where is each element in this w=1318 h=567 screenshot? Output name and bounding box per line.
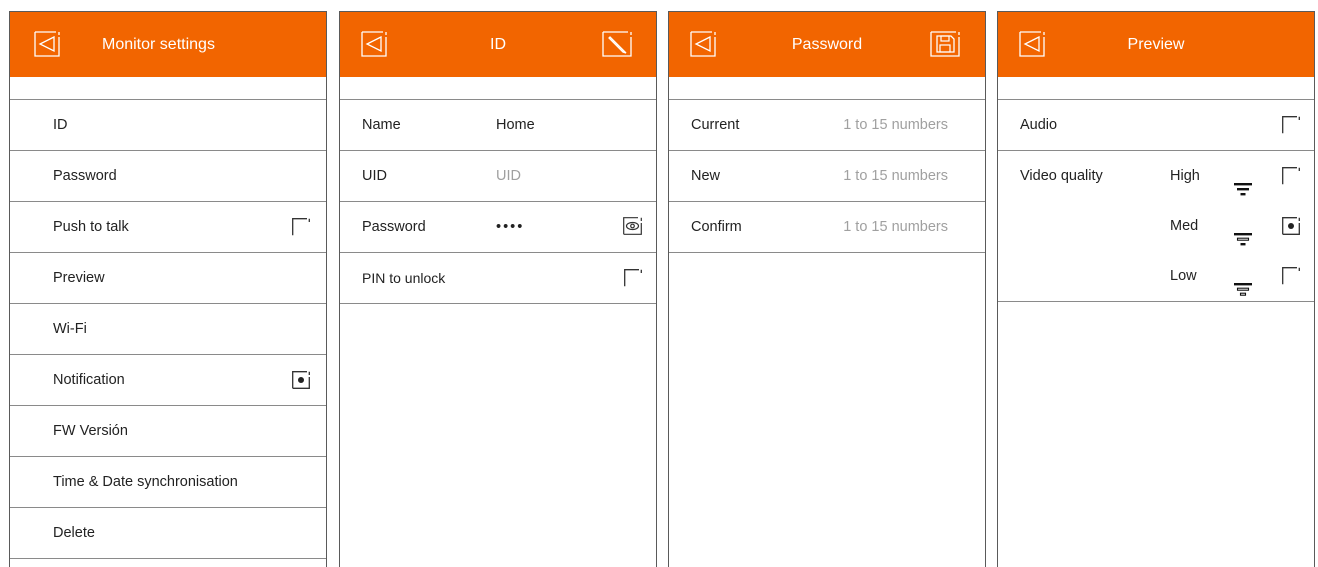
filter-low-icon: [1234, 268, 1252, 296]
quality-low-checkbox[interactable]: [1282, 267, 1300, 285]
list-item-password[interactable]: Password: [10, 151, 326, 202]
current-password-field[interactable]: Current 1 to 15 numbers: [669, 100, 985, 151]
back-icon[interactable]: [34, 31, 60, 57]
confirm-label: Confirm: [691, 219, 742, 235]
divider: [998, 77, 1314, 100]
notification-checkbox[interactable]: [292, 371, 310, 389]
id-panel: ID Name Home UID UID Password •••• PIN t…: [339, 11, 657, 567]
uid-field[interactable]: UID UID: [340, 151, 656, 202]
list-item-notification[interactable]: Notification: [10, 355, 326, 406]
filter-high-icon: [1234, 168, 1252, 196]
list-item-delete[interactable]: Delete: [10, 508, 326, 559]
item-label: Push to talk: [53, 219, 129, 235]
pin-checkbox[interactable]: [624, 269, 642, 287]
monitor-settings-panel: Monitor settings ID Password Push to tal…: [9, 11, 327, 567]
list-item-push-to-talk[interactable]: Push to talk: [10, 202, 326, 253]
password-label: Password: [362, 219, 426, 235]
password-field[interactable]: Password ••••: [340, 202, 656, 253]
new-password-field[interactable]: New 1 to 15 numbers: [669, 151, 985, 202]
password-input[interactable]: ••••: [496, 202, 524, 252]
list-item-preview[interactable]: Preview: [10, 253, 326, 304]
audio-checkbox[interactable]: [1282, 116, 1300, 134]
item-label: ID: [53, 117, 68, 133]
push-to-talk-checkbox[interactable]: [292, 218, 310, 236]
quality-high-checkbox[interactable]: [1282, 167, 1300, 185]
quality-high-label: High: [1170, 168, 1200, 184]
divider: [669, 77, 985, 100]
new-label: New: [691, 168, 721, 184]
quality-med-checkbox[interactable]: [1282, 217, 1300, 235]
name-label: Name: [362, 117, 401, 133]
video-quality-high-row[interactable]: Video quality High: [998, 151, 1314, 201]
audio-row[interactable]: Audio: [998, 100, 1314, 151]
quality-med-label: Med: [1170, 218, 1199, 234]
divider: [340, 77, 656, 100]
confirm-password-input[interactable]: 1 to 15 numbers: [843, 202, 948, 252]
list-item-time-date[interactable]: Time & Date synchronisation: [10, 457, 326, 508]
pin-label: PIN to unlock: [362, 270, 446, 286]
save-icon[interactable]: [930, 31, 960, 57]
page-title: Monitor settings: [102, 36, 215, 53]
name-field[interactable]: Name Home: [340, 100, 656, 151]
page-title: Preview: [1127, 36, 1185, 53]
current-label: Current: [691, 117, 740, 133]
confirm-password-field[interactable]: Confirm 1 to 15 numbers: [669, 202, 985, 253]
uid-label: UID: [362, 168, 387, 184]
quality-low-label: Low: [1170, 268, 1197, 284]
filter-med-icon: [1234, 218, 1252, 246]
current-password-input[interactable]: 1 to 15 numbers: [843, 100, 948, 150]
new-password-input[interactable]: 1 to 15 numbers: [843, 151, 948, 201]
password-panel: Password Current 1 to 15 numbers New 1 t…: [668, 11, 986, 567]
preview-panel: Preview Audio Video quality High Med Low: [997, 11, 1315, 567]
pin-to-unlock-row[interactable]: PIN to unlock: [340, 253, 656, 304]
video-quality-med-row[interactable]: Med: [998, 201, 1314, 251]
eye-icon[interactable]: [623, 217, 642, 235]
item-label: Preview: [53, 270, 105, 286]
name-value[interactable]: Home: [496, 100, 535, 150]
divider: [10, 77, 326, 100]
edit-icon[interactable]: [602, 31, 632, 57]
header: Preview: [998, 12, 1314, 77]
item-label: FW Versión: [53, 423, 128, 439]
list-item-fw-version[interactable]: FW Versión: [10, 406, 326, 457]
item-label: Time & Date synchronisation: [53, 474, 238, 490]
header: ID: [340, 12, 656, 77]
video-quality-low-row[interactable]: Low: [998, 251, 1314, 302]
item-label: Wi-Fi: [53, 321, 87, 337]
item-label: Password: [53, 168, 117, 184]
audio-label: Audio: [1020, 117, 1058, 133]
item-label: Notification: [53, 372, 125, 388]
header: Monitor settings: [10, 12, 326, 77]
item-label: Delete: [53, 525, 95, 541]
header: Password: [669, 12, 985, 77]
video-quality-label: Video quality: [1020, 168, 1103, 184]
list-item-id[interactable]: ID: [10, 100, 326, 151]
list-item-wifi[interactable]: Wi-Fi: [10, 304, 326, 355]
uid-input[interactable]: UID: [496, 151, 521, 201]
